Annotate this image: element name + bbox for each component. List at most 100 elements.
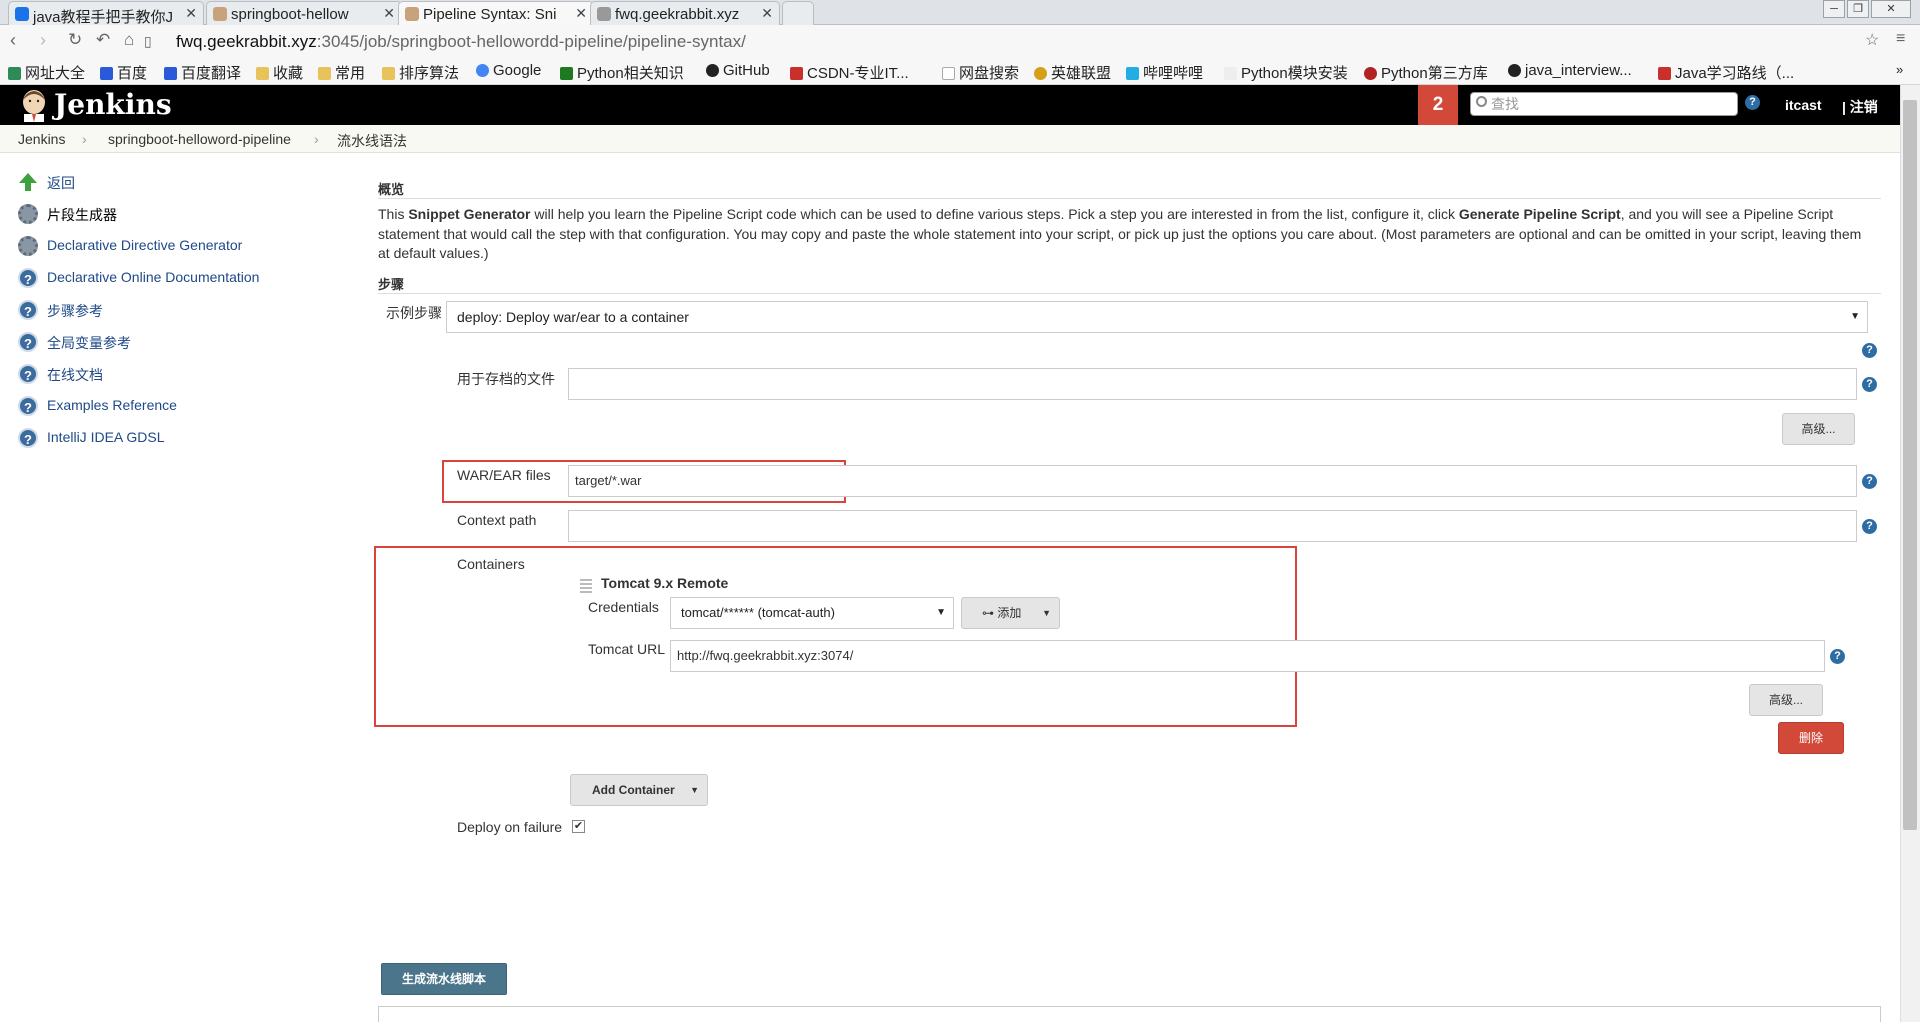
help-icon: ? — [18, 332, 38, 352]
dropdown-arrow-icon: ▼ — [1042, 608, 1051, 618]
divider — [378, 293, 1881, 294]
bookmark-folder[interactable]: 收藏 — [256, 62, 303, 83]
key-icon: ⊶ — [982, 606, 994, 620]
tomcat-url-input[interactable]: http://fwq.geekrabbit.xyz:3074/ — [670, 640, 1825, 672]
breadcrumb-item[interactable]: Jenkins — [18, 131, 65, 147]
close-icon[interactable]: ✕ — [383, 5, 395, 22]
tab-title: fwq.geekrabbit.xyz — [615, 6, 740, 23]
bookmark-item[interactable]: 百度 — [100, 62, 147, 83]
bookmark-item[interactable]: 百度翻译 — [164, 62, 241, 83]
drag-handle-icon[interactable] — [580, 577, 592, 593]
browser-tab-active[interactable]: Pipeline Syntax: Sni ✕ — [398, 1, 594, 26]
bookmark-item[interactable]: Python第三方库 — [1364, 62, 1488, 83]
bookmark-folder[interactable]: 常用 — [318, 62, 365, 83]
more-bookmarks-icon[interactable]: » — [1896, 62, 1903, 77]
help-icon[interactable]: ? — [1830, 649, 1845, 664]
breadcrumb: Jenkins › springboot-helloword-pipeline … — [0, 125, 1900, 153]
gear-icon — [18, 204, 38, 224]
window-close-icon[interactable]: ✕ — [1871, 0, 1911, 18]
close-icon[interactable]: ✕ — [185, 5, 197, 22]
archive-label: 用于存档的文件 — [457, 371, 555, 387]
forward-icon[interactable]: › — [40, 30, 46, 51]
help-icon: ? — [18, 300, 38, 320]
help-icon[interactable]: ? — [1862, 474, 1877, 489]
search-input[interactable]: 查找 — [1470, 92, 1738, 116]
dropdown-arrow-icon: ▼ — [690, 785, 699, 795]
breadcrumb-item[interactable]: springboot-helloword-pipeline — [108, 131, 291, 147]
highlight-box — [374, 546, 1297, 727]
help-icon[interactable]: ? — [1862, 519, 1877, 534]
user-link[interactable]: itcast — [1785, 97, 1822, 113]
sample-step-select[interactable]: deploy: Deploy war/ear to a container ▼ — [446, 301, 1868, 333]
deploy-on-failure-checkbox[interactable]: ✔ — [572, 820, 585, 833]
bookmark-item[interactable]: CSDN-专业IT... — [790, 62, 909, 83]
jenkins-logo[interactable]: Jenkins — [54, 88, 172, 121]
dropdown-arrow-icon: ▼ — [1850, 311, 1860, 322]
war-files-label: WAR/EAR files — [457, 467, 551, 483]
context-path-input[interactable] — [568, 510, 1857, 542]
bookmark-icon — [560, 67, 573, 80]
help-icon[interactable]: ? — [1862, 377, 1877, 392]
advanced-button[interactable]: 高级... — [1782, 413, 1855, 445]
script-output-textarea[interactable] — [378, 1006, 1881, 1022]
generate-script-button[interactable]: 生成流水线脚本 — [381, 963, 507, 995]
add-credentials-button[interactable]: ⊶ 添加 ▼ — [961, 597, 1060, 629]
browser-tab[interactable]: fwq.geekrabbit.xyz ✕ — [590, 1, 780, 25]
restore-icon[interactable]: ❐ — [1847, 0, 1869, 18]
deploy-on-failure-label: Deploy on failure — [457, 819, 563, 835]
container-advanced-button[interactable]: 高级... — [1749, 684, 1823, 716]
github-icon — [706, 64, 719, 77]
gear-icon — [18, 236, 38, 256]
browser-tab[interactable]: java教程手把手教你J ✕ — [8, 1, 204, 25]
tab-favicon-icon — [213, 7, 227, 21]
bookmark-item[interactable]: Java学习路线（... — [1658, 62, 1794, 83]
description-text: This Snippet Generator will help you lea… — [378, 206, 1862, 261]
credentials-select[interactable]: tomcat/****** (tomcat-auth) ▼ — [670, 597, 954, 629]
bookmark-item[interactable]: Python相关知识 — [560, 62, 684, 83]
bookmark-item[interactable]: 网址大全 — [8, 62, 85, 83]
bookmark-folder[interactable]: 排序算法 — [382, 62, 459, 83]
bookmark-icon — [1034, 67, 1047, 80]
help-icon[interactable]: ? — [1862, 343, 1877, 358]
notification-badge[interactable]: 2 — [1418, 85, 1458, 125]
folder-icon — [318, 67, 331, 80]
star-icon[interactable]: ☆ — [1865, 30, 1879, 50]
breadcrumb-item[interactable]: 流水线语法 — [337, 131, 407, 151]
bookmark-icon — [8, 67, 21, 80]
browser-tab[interactable]: springboot-hellow ✕ — [206, 1, 402, 25]
undo-icon[interactable]: ↶ — [96, 30, 110, 50]
context-path-label: Context path — [457, 512, 537, 528]
bookmark-item[interactable]: 网盘搜索 — [942, 62, 1019, 83]
github-icon — [1508, 64, 1521, 77]
bookmark-item[interactable]: 英雄联盟 — [1034, 62, 1111, 83]
dropdown-arrow-icon: ▼ — [936, 607, 946, 618]
csdn-icon — [1658, 67, 1671, 80]
war-files-input[interactable]: target/*.war — [568, 465, 1857, 497]
add-container-button[interactable]: Add Container ▼ — [570, 774, 708, 806]
close-icon[interactable]: ✕ — [575, 5, 587, 22]
archive-input[interactable] — [568, 368, 1857, 400]
scrollbar-thumb[interactable] — [1903, 100, 1917, 830]
bookmarks-bar: 网址大全 百度 百度翻译 收藏 常用 排序算法 Google Python相关知… — [0, 59, 1920, 85]
bookmark-item[interactable]: Python模块安装 — [1224, 62, 1348, 83]
bookmark-item[interactable]: java_interview... — [1508, 62, 1632, 79]
new-tab-button[interactable] — [782, 1, 814, 25]
google-icon — [476, 64, 489, 77]
bookmark-item[interactable]: 哔哩哔哩 — [1126, 62, 1203, 83]
bookmark-item[interactable]: Google — [476, 62, 541, 79]
url-field[interactable]: fwq.geekrabbit.xyz:3045/job/springboot-h… — [176, 29, 1896, 55]
tab-title: java教程手把手教你J — [33, 9, 174, 25]
minimize-icon[interactable]: ─ — [1823, 0, 1845, 18]
tab-favicon-icon — [597, 7, 611, 21]
search-help-icon[interactable]: ? — [1745, 95, 1760, 110]
help-icon: ? — [18, 268, 38, 288]
menu-icon[interactable]: ≡ — [1896, 30, 1905, 48]
reload-icon[interactable]: ↻ — [68, 30, 82, 50]
close-icon[interactable]: ✕ — [761, 5, 773, 22]
home-icon[interactable]: ⌂ — [124, 30, 134, 50]
back-icon[interactable]: ‹ — [10, 30, 16, 51]
overview-title: 概览 — [378, 182, 405, 197]
logout-link[interactable]: | 注销 — [1842, 97, 1878, 117]
delete-button[interactable]: 删除 — [1778, 722, 1844, 754]
bookmark-item[interactable]: GitHub — [706, 62, 770, 79]
